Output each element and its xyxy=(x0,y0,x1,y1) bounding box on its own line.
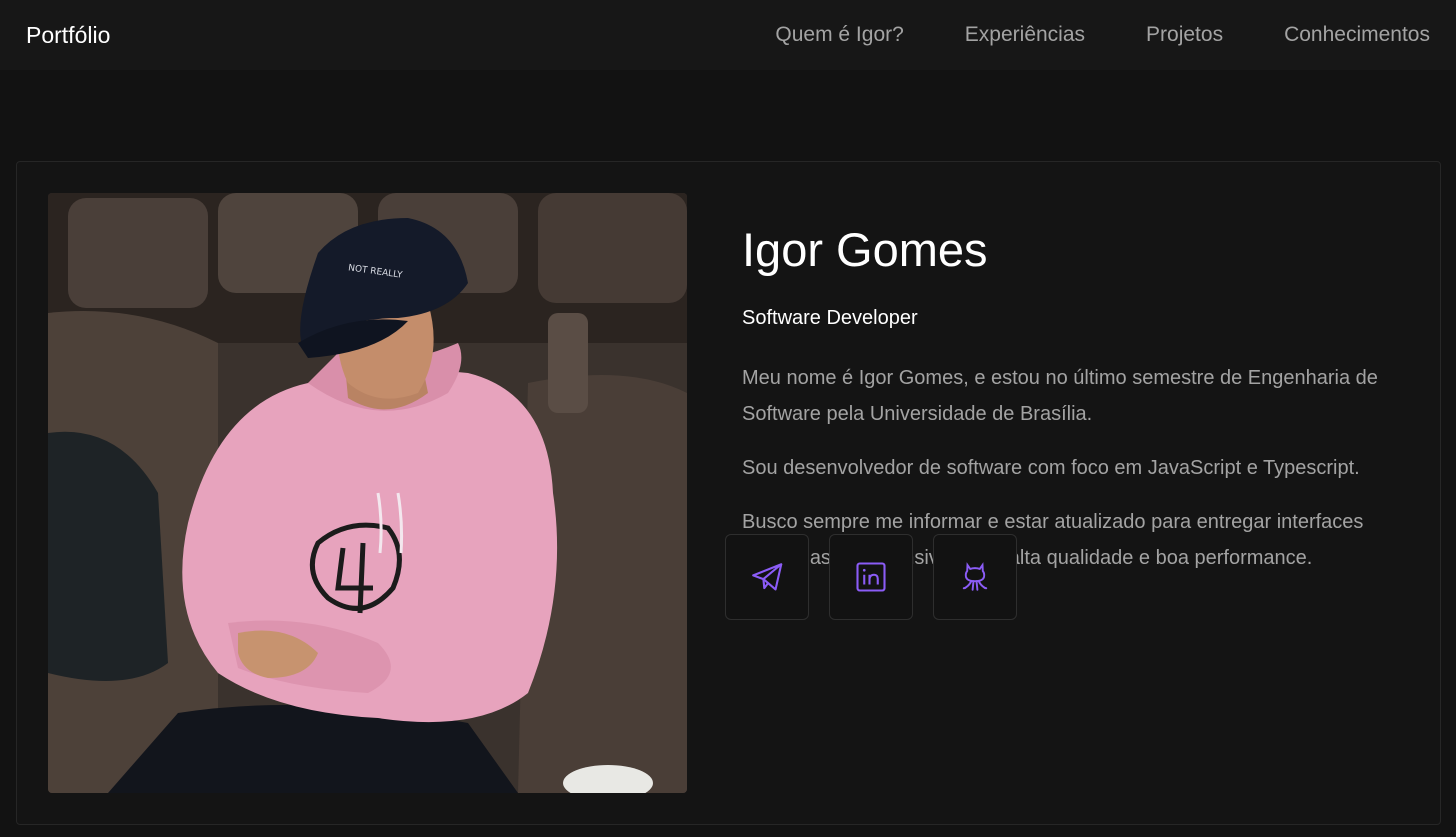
bio-paragraph: Sou desenvolvedor de software com foco e… xyxy=(742,457,1360,479)
profile-photo: NOT REALLY xyxy=(48,193,687,793)
profile-role: Software Developer xyxy=(742,307,918,329)
telegram-button[interactable] xyxy=(725,534,809,620)
nav-link-quem-e-igor[interactable]: Quem é Igor? xyxy=(775,23,903,47)
telegram-icon xyxy=(752,563,783,591)
nav-link-experiencias[interactable]: Experiências xyxy=(965,23,1085,47)
nav-link-conhecimentos[interactable]: Conhecimentos xyxy=(1284,23,1430,47)
profile-photo-illustration: NOT REALLY xyxy=(48,193,687,793)
nav-link-projetos[interactable]: Projetos xyxy=(1146,23,1223,47)
profile-card: NOT REALLY Igor Gomes Software Developer… xyxy=(16,161,1441,825)
linkedin-icon xyxy=(856,562,886,592)
profile-name: Igor Gomes xyxy=(742,223,988,276)
github-button[interactable] xyxy=(933,534,1017,620)
nav-links: Quem é Igor? Experiências Projetos Conhe… xyxy=(775,23,1430,47)
brand-logo[interactable]: Portfólio xyxy=(26,22,110,49)
bio-paragraph: Meu nome é Igor Gomes, e estou no último… xyxy=(742,367,1378,425)
social-links xyxy=(725,534,1037,620)
github-icon xyxy=(962,562,988,591)
navbar: Portfólio Quem é Igor? Experiências Proj… xyxy=(0,0,1456,70)
linkedin-button[interactable] xyxy=(829,534,913,620)
